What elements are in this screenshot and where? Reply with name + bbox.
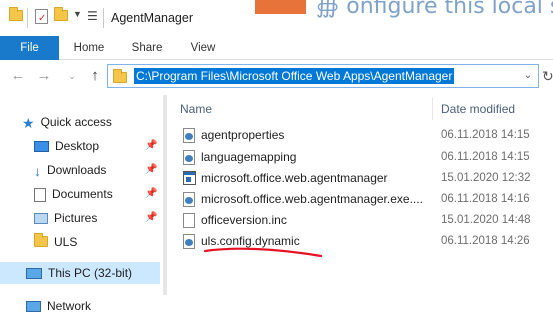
back-arrow-icon[interactable]: ←: [8, 66, 28, 86]
sidebar-item-desktop[interactable]: Desktop: [34, 135, 99, 157]
sidebar-item-uls[interactable]: ULS: [34, 231, 77, 253]
star-icon: ★: [22, 114, 35, 131]
folder-icon: [9, 7, 23, 24]
new-folder-icon[interactable]: [54, 7, 68, 24]
background-window-text: ∰ onfigure this local se: [316, 0, 553, 19]
divider: [103, 8, 104, 28]
pin-icon[interactable]: 📌: [145, 140, 157, 151]
file-name: microsoft.office.web.agentmanager: [201, 171, 388, 185]
config-file-icon: [183, 192, 196, 207]
file-list: Name Date modified agentproperties 06.11…: [170, 92, 553, 317]
pin-icon[interactable]: 📌: [145, 212, 157, 223]
file-name: officeversion.inc: [201, 213, 287, 227]
file-name: agentproperties: [201, 128, 285, 142]
pin-icon[interactable]: 📌: [145, 164, 157, 175]
sidebar-item-this-pc[interactable]: This PC (32-bit): [26, 262, 132, 284]
sidebar-item-network[interactable]: Network: [26, 295, 91, 317]
tab-file[interactable]: File: [0, 36, 59, 60]
recent-locations-icon[interactable]: ⌄: [62, 66, 82, 86]
address-bar[interactable]: C:\Program Files\Microsoft Office Web Ap…: [107, 64, 539, 88]
file-row[interactable]: officeversion.inc 15.01.2020 14:48: [180, 210, 553, 231]
title-bar: ✓ ▼ ☰ AgentManager ∰ onfigure this local…: [0, 0, 553, 36]
file-name: microsoft.office.web.agentmanager.exe...…: [201, 192, 423, 206]
sidebar-item-downloads[interactable]: ↓ Downloads: [34, 159, 106, 181]
sidebar-item-label: Desktop: [55, 139, 100, 153]
network-icon: [26, 301, 41, 313]
file-row[interactable]: microsoft.office.web.agentmanager 15.01.…: [180, 168, 553, 189]
file-row[interactable]: languagemapping 06.11.2018 14:15: [180, 147, 553, 168]
file-row[interactable]: agentproperties 06.11.2018 14:15: [180, 125, 553, 146]
file-date: 06.11.2018 14:15: [441, 129, 530, 141]
sidebar-item-label: This PC (32-bit): [48, 266, 133, 280]
file-row[interactable]: microsoft.office.web.agentmanager.exe...…: [180, 189, 553, 210]
tab-view[interactable]: View: [180, 36, 226, 60]
address-dropdown-icon[interactable]: ⌄: [520, 67, 536, 85]
column-divider[interactable]: [432, 98, 433, 120]
blank-file-icon: [183, 213, 196, 228]
folder-icon: [113, 69, 127, 86]
folder-icon: [34, 232, 48, 254]
file-date: 06.11.2018 14:16: [441, 193, 530, 205]
navigation-pane-scrollbar[interactable]: [160, 92, 170, 317]
file-date: 06.11.2018 14:15: [441, 151, 530, 163]
sidebar-item-label: Quick access: [40, 115, 112, 129]
config-file-icon: [183, 150, 196, 165]
qat-customize-icon[interactable]: ☰: [87, 9, 98, 23]
properties-icon[interactable]: ✓: [35, 9, 48, 24]
up-arrow-icon[interactable]: ↑: [85, 66, 105, 86]
pin-icon[interactable]: 📌: [145, 188, 157, 199]
file-date: 06.11.2018 14:26: [441, 235, 530, 247]
background-window-accent: [255, 0, 306, 14]
sidebar-item-label: Documents: [52, 187, 113, 201]
computer-icon: [26, 268, 42, 280]
pictures-icon: [34, 213, 48, 225]
divider: [27, 8, 28, 28]
application-icon: [183, 171, 196, 186]
sidebar-item-label: ULS: [54, 235, 78, 249]
desktop-icon: [34, 141, 49, 153]
sidebar-item-documents[interactable]: Documents: [34, 183, 113, 205]
sidebar-item-label: Network: [47, 299, 92, 313]
red-underline-annotation: [203, 247, 323, 258]
sidebar-item-label: Downloads: [47, 163, 107, 177]
sidebar-item-pictures[interactable]: Pictures: [34, 207, 97, 229]
forward-arrow-icon[interactable]: →: [34, 66, 54, 86]
column-header-date-modified[interactable]: Date modified: [441, 96, 515, 122]
file-name: languagemapping: [201, 150, 297, 164]
column-header-name[interactable]: Name: [180, 96, 212, 122]
sidebar-item-quick-access[interactable]: ★ Quick access: [22, 111, 112, 133]
tab-share[interactable]: Share: [124, 36, 170, 60]
sidebar-item-label: Pictures: [54, 211, 98, 225]
ribbon-tabs: File Home Share View: [0, 36, 553, 60]
navigation-bar: ← → ⌄ ↑ C:\Program Files\Microsoft Offic…: [0, 60, 553, 92]
tab-home[interactable]: Home: [66, 36, 112, 60]
file-date: 15.01.2020 14:48: [441, 214, 531, 226]
window-title: AgentManager: [111, 11, 194, 25]
config-file-icon: [183, 234, 196, 249]
documents-icon: [34, 187, 46, 202]
navigation-pane: ★ Quick access Desktop 📌 ↓ Downloads 📌 Doc…: [0, 92, 170, 317]
downloads-icon: ↓: [34, 162, 41, 179]
file-date: 15.01.2020 12:32: [441, 172, 531, 184]
refresh-icon[interactable]: ↻: [542, 68, 553, 85]
address-path[interactable]: C:\Program Files\Microsoft Office Web Ap…: [134, 68, 455, 84]
qat-dropdown-icon[interactable]: ▼: [73, 9, 82, 19]
config-file-icon: [183, 128, 196, 143]
